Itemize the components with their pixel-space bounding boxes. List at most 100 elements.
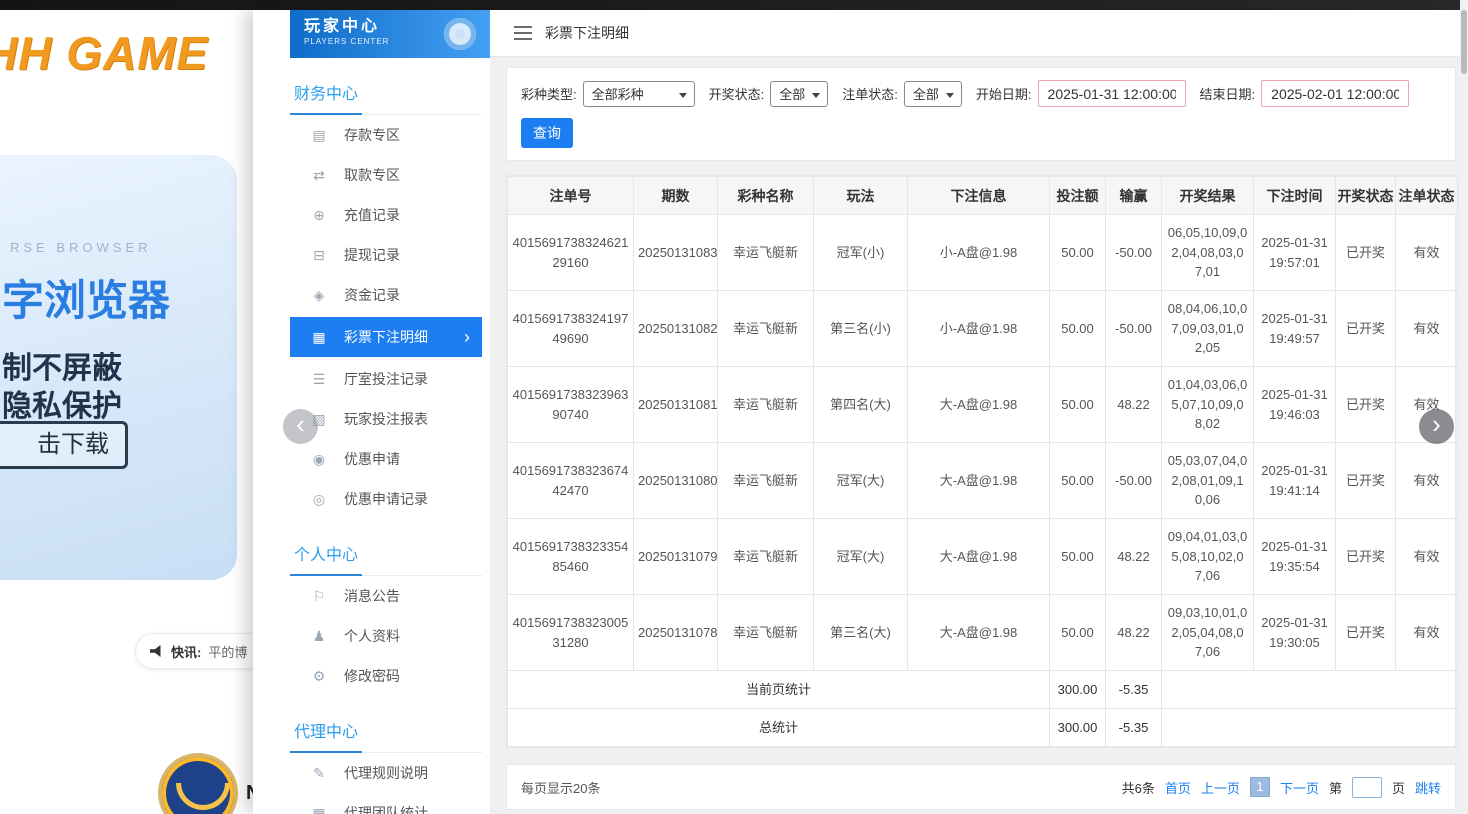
- current-page[interactable]: 1: [1250, 777, 1270, 797]
- col-header-bet-status: 注单状态: [1396, 177, 1458, 215]
- prev-page-link[interactable]: 上一页: [1201, 778, 1240, 797]
- page-jump-input[interactable]: [1352, 777, 1382, 798]
- cell-draw-status: 已开奖: [1336, 215, 1396, 291]
- first-page-link[interactable]: 首页: [1165, 778, 1191, 797]
- gear-icon: ⚙: [310, 668, 328, 685]
- content-body: 彩种类型: 全部彩种 开奖状态: 全部 注单状态: 全部: [490, 57, 1460, 810]
- download-button[interactable]: 击下载: [0, 421, 128, 469]
- cell-lottery-name: 幸运飞艇新: [718, 595, 814, 671]
- cell-bet-id: 401569173832335485460: [508, 519, 634, 595]
- sidebar-item-stats[interactable]: ▦ 代理团队统计: [290, 793, 482, 814]
- draw-status-select[interactable]: 全部: [770, 81, 828, 107]
- sidebar-item-gear[interactable]: ⚙修改密码: [290, 656, 482, 696]
- sidebar-item-promo[interactable]: ◉优惠申请: [290, 439, 482, 479]
- promo-icon: ◉: [310, 451, 328, 468]
- cell-lottery-name: 幸运飞艇新: [718, 519, 814, 595]
- cell-draw-result: 09,04,01,03,05,08,10,02,07,06: [1162, 519, 1254, 595]
- table-row: 40156917383233548546020250131079幸运飞艇新冠军(…: [508, 519, 1458, 595]
- cell-period: 20250131083: [634, 215, 718, 291]
- cell-lottery-name: 幸运飞艇新: [718, 443, 814, 519]
- jump-link[interactable]: 跳转: [1415, 778, 1441, 797]
- cashout-icon: ⊟: [310, 247, 328, 264]
- bets-table-card: 注单号期数彩种名称玩法下注信息投注额输赢开奖结果下注时间开奖状态注单状态 401…: [506, 175, 1456, 748]
- sidebar-item-bell[interactable]: ⚐消息公告: [290, 576, 482, 616]
- bet-status-select[interactable]: 全部: [904, 81, 962, 107]
- sidebar-item-hall[interactable]: ☰厅室投注记录: [290, 359, 482, 399]
- cell-bet-time: 2025-01-31 19:49:57: [1254, 291, 1336, 367]
- doc-icon: ✎: [310, 765, 328, 782]
- menu-toggle-icon[interactable]: [514, 26, 532, 40]
- sidebar-item-deposit[interactable]: ▤存款专区: [290, 115, 482, 155]
- lottery-type-select[interactable]: 全部彩种: [583, 81, 695, 107]
- cell-bet-status: 有效: [1396, 215, 1458, 291]
- poker-chip-icon: [444, 18, 476, 50]
- hall-icon: ☰: [310, 371, 328, 388]
- scrollbar-track[interactable]: [1460, 0, 1468, 814]
- bet-status-label: 注单状态:: [842, 84, 898, 103]
- cell-lottery-name: 幸运飞艇新: [718, 291, 814, 367]
- chevron-down-icon: [679, 93, 687, 98]
- end-date-label: 结束日期:: [1200, 84, 1256, 103]
- total-count: 共6条: [1122, 778, 1155, 797]
- summary-label: 总统计: [508, 709, 1050, 747]
- sidebar-section-title: 个人中心: [290, 535, 482, 576]
- end-date-input[interactable]: [1261, 80, 1409, 107]
- cell-draw-result: 09,03,10,01,02,05,04,08,07,06: [1162, 595, 1254, 671]
- sidebar-item-report[interactable]: ▨玩家投注报表: [290, 399, 482, 439]
- summary-win-loss: -5.35: [1106, 709, 1162, 747]
- sidebar-item-doc[interactable]: ✎代理规则说明: [290, 753, 482, 793]
- nav-next-arrow[interactable]: ›: [1419, 409, 1454, 444]
- team-logo-badge: [158, 753, 238, 814]
- cell-bet-status: 有效: [1396, 595, 1458, 671]
- sidebar-item-label: 玩家投注报表: [344, 409, 428, 429]
- sidebar-item-label: 充值记录: [344, 205, 400, 225]
- sidebar-item-label: 取款专区: [344, 165, 400, 185]
- query-button[interactable]: 查询: [521, 118, 573, 148]
- cell-bet-status: 有效: [1396, 519, 1458, 595]
- cell-bet-amount: 50.00: [1050, 443, 1106, 519]
- cell-bet-amount: 50.00: [1050, 215, 1106, 291]
- scrollbar-thumb[interactable]: [1461, 10, 1467, 74]
- lottery-type-value: 全部彩种: [592, 84, 644, 103]
- chevron-down-icon: [812, 93, 820, 98]
- cell-lottery-name: 幸运飞艇新: [718, 367, 814, 443]
- start-date-input[interactable]: [1038, 80, 1186, 107]
- cell-period: 20250131081: [634, 367, 718, 443]
- promo-record-icon: ◎: [310, 491, 328, 508]
- sidebar-item-cashout[interactable]: ⊟提现记录: [290, 235, 482, 275]
- cell-bet-info: 小-A盘@1.98: [908, 291, 1050, 367]
- sidebar-item-label: 代理团队统计: [344, 803, 428, 814]
- stats-icon: ▦: [310, 805, 328, 814]
- player-center-panel: 玩家中心 PLAYERS CENTER 财务中心▤存款专区⇄取款专区⊕充值记录⊟…: [253, 10, 1460, 814]
- bets-table: 注单号期数彩种名称玩法下注信息投注额输赢开奖结果下注时间开奖状态注单状态 401…: [507, 176, 1458, 747]
- table-row: 40156917383246212916020250131083幸运飞艇新冠军(…: [508, 215, 1458, 291]
- summary-empty: [1162, 709, 1458, 747]
- sidebar-item-lottery[interactable]: ▦彩票下注明细›: [290, 317, 482, 357]
- sidebar-item-funds[interactable]: ◈资金记录: [290, 275, 482, 315]
- col-header-draw-result: 开奖结果: [1162, 177, 1254, 215]
- cell-win-loss: 48.22: [1106, 519, 1162, 595]
- cell-win-loss: -50.00: [1106, 215, 1162, 291]
- sidebar-item-label: 消息公告: [344, 586, 400, 606]
- table-body: 40156917383246212916020250131083幸运飞艇新冠军(…: [508, 215, 1458, 747]
- cell-lottery-name: 幸运飞艇新: [718, 215, 814, 291]
- cell-draw-result: 01,04,03,06,05,07,10,09,08,02: [1162, 367, 1254, 443]
- next-page-link[interactable]: 下一页: [1280, 778, 1319, 797]
- table-row: 40156917383230053128020250131078幸运飞艇新第三名…: [508, 595, 1458, 671]
- page-word-pre: 第: [1329, 778, 1342, 797]
- sidebar-item-promo-record[interactable]: ◎优惠申请记录: [290, 479, 482, 519]
- site-logo: HH GAME: [0, 26, 208, 80]
- nav-prev-arrow[interactable]: ‹: [283, 409, 318, 444]
- cell-bet-time: 2025-01-31 19:30:05: [1254, 595, 1336, 671]
- sidebar-item-recharge[interactable]: ⊕充值记录: [290, 195, 482, 235]
- sidebar-item-label: 存款专区: [344, 125, 400, 145]
- col-header-bet-id: 注单号: [508, 177, 634, 215]
- sidebar-item-user[interactable]: ♟个人资料: [290, 616, 482, 656]
- cell-draw-result: 06,05,10,09,02,04,08,03,07,01: [1162, 215, 1254, 291]
- sidebar-item-withdraw[interactable]: ⇄取款专区: [290, 155, 482, 195]
- background-site: HH GAME RSE BROWSER 字浏览器 制不屏蔽 隐私保护 击下载 快…: [0, 10, 253, 814]
- cell-bet-id: 401569173832396390740: [508, 367, 634, 443]
- cell-play-type: 冠军(小): [814, 215, 908, 291]
- cell-bet-info: 小-A盘@1.98: [908, 215, 1050, 291]
- summary-bet-amount: 300.00: [1050, 671, 1106, 709]
